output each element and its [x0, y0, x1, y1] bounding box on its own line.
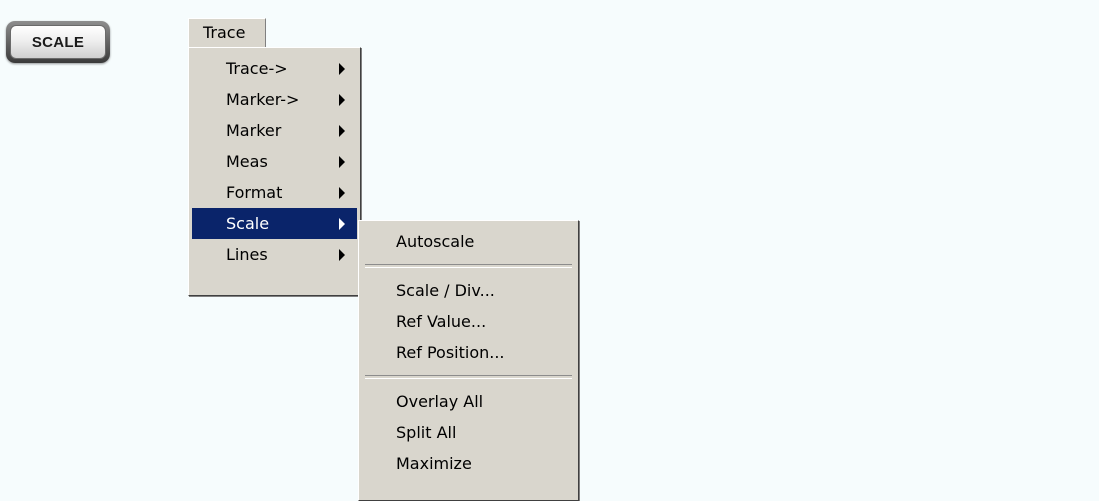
submenu-arrow-icon [339, 249, 345, 261]
submenu-arrow-icon [339, 156, 345, 168]
menu-separator [365, 264, 572, 268]
scale-submenu: Autoscale Scale / Div... Ref Value... Re… [358, 220, 579, 501]
menu-item-maximize[interactable]: Maximize [362, 448, 575, 479]
page: { "hardkey": { "label": "SCALE" }, "menu… [0, 0, 1099, 501]
submenu-arrow-icon [339, 187, 345, 199]
menu-item-label: Trace-> [226, 59, 288, 78]
menu-item-label: Format [226, 183, 283, 202]
menu-item-lines[interactable]: Lines [192, 239, 357, 270]
menubar-trace[interactable]: Trace [188, 18, 266, 47]
menu-item-autoscale[interactable]: Autoscale [362, 226, 575, 257]
trace-menu: Trace-> Marker-> Marker Meas Format Scal… [188, 47, 361, 296]
scale-hardkey-label: SCALE [10, 25, 106, 59]
submenu-arrow-icon [339, 125, 345, 137]
menu-item-scale-div[interactable]: Scale / Div... [362, 275, 575, 306]
menu-item-trace-arrow[interactable]: Trace-> [192, 53, 357, 84]
submenu-arrow-icon [339, 94, 345, 106]
menu-item-marker-arrow[interactable]: Marker-> [192, 84, 357, 115]
menu-item-label: Marker-> [226, 90, 300, 109]
menu-item-label: Meas [226, 152, 268, 171]
menu-item-scale[interactable]: Scale [192, 208, 357, 239]
menu-item-label: Lines [226, 245, 268, 264]
menu-item-ref-value[interactable]: Ref Value... [362, 306, 575, 337]
submenu-arrow-icon [339, 63, 345, 75]
menu-item-ref-position[interactable]: Ref Position... [362, 337, 575, 368]
menu-item-format[interactable]: Format [192, 177, 357, 208]
menu-item-meas[interactable]: Meas [192, 146, 357, 177]
menu-separator [365, 375, 572, 379]
menu-item-overlay-all[interactable]: Overlay All [362, 386, 575, 417]
scale-hardkey-button[interactable]: SCALE [6, 21, 110, 63]
menu-item-label: Scale [226, 214, 270, 233]
menu-item-marker[interactable]: Marker [192, 115, 357, 146]
menu-item-label: Marker [226, 121, 282, 140]
menu-item-split-all[interactable]: Split All [362, 417, 575, 448]
submenu-arrow-icon [339, 218, 345, 230]
